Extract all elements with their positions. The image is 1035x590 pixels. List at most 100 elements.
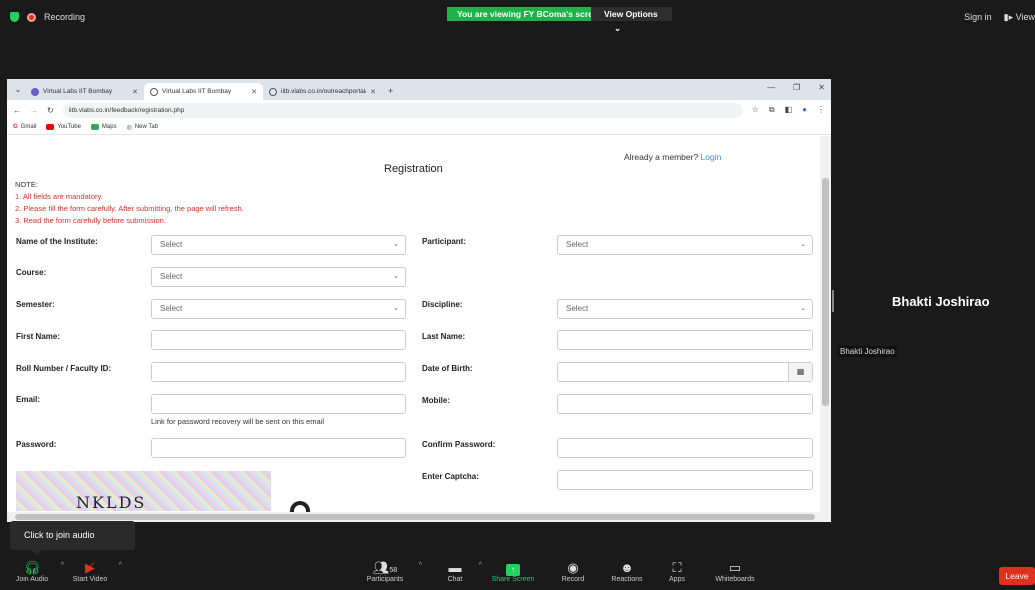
registration-page: Already a member? Login Registration NOT… (7, 136, 820, 512)
participant-select[interactable]: Select ⌄ (557, 235, 813, 255)
join-audio-label: Join Audio (15, 576, 49, 583)
browser-tabstrip: ⌄ Virtual Labs IIT Bombay ✕ Virtual Labs… (7, 79, 831, 100)
bookmark-label: New Tab (134, 124, 159, 130)
whiteboard-icon: ▭ (728, 560, 742, 575)
view-button[interactable]: ▮▸ View (1004, 12, 1035, 23)
caret-up-icon[interactable]: ^ (479, 562, 482, 569)
chat-label: Chat (447, 576, 463, 583)
forward-icon[interactable]: → (30, 106, 38, 115)
window-controls: — ❐ ✕ (767, 83, 825, 92)
first-name-input[interactable] (151, 330, 406, 350)
dob-input[interactable]: ▦ (557, 362, 813, 382)
last-name-input[interactable] (557, 330, 813, 350)
bookmark-newtab[interactable]: ◎ New Tab (127, 124, 159, 131)
tab-title: Virtual Labs IIT Bombay (43, 88, 113, 95)
chat-button[interactable]: ▬ Chat ^ (440, 560, 482, 583)
bookmark-label: Maps (101, 124, 117, 130)
select-value: Select (566, 240, 589, 249)
close-window-icon[interactable]: ✕ (818, 83, 825, 92)
leave-button[interactable]: Leave (999, 567, 1035, 585)
new-tab-button[interactable]: + (382, 83, 399, 100)
caret-up-icon[interactable]: ^ (119, 562, 122, 569)
address-actions: ☆ ⧉ ◧ ● ⋮ (752, 105, 825, 115)
restore-icon[interactable]: ❐ (793, 83, 800, 92)
close-icon[interactable]: ✕ (251, 88, 257, 96)
course-select[interactable]: Select ⌄ (151, 267, 406, 287)
vertical-scrollbar[interactable] (820, 136, 831, 512)
start-video-button[interactable]: ▶̸ Start Video ^ (70, 560, 122, 583)
confirm-password-input[interactable] (557, 438, 813, 458)
vlabs-favicon-icon (31, 87, 39, 96)
select-value: Select (160, 304, 183, 313)
tab-search-icon[interactable]: ⌄ (11, 79, 25, 100)
discipline-label: Discipline: (422, 300, 463, 309)
whiteboards-label: Whiteboards (715, 576, 755, 583)
tab-title: iitb.vlabs.co.in/outreachportal/ (281, 88, 367, 95)
participants-button[interactable]: 👥︎58 Participants ^ (360, 560, 422, 583)
star-icon[interactable]: ☆ (752, 105, 759, 115)
email-input[interactable] (151, 394, 406, 414)
record-button[interactable]: ◉ Record (558, 560, 588, 583)
browser-tab-active[interactable]: Virtual Labs IIT Bombay ✕ (144, 83, 263, 100)
apps-button[interactable]: ⛶ Apps (664, 560, 690, 583)
panel-resize-handle[interactable] (832, 290, 834, 312)
recording-indicator[interactable]: Recording (10, 12, 85, 22)
refresh-captcha-icon[interactable] (290, 501, 310, 512)
browser-tab[interactable]: Virtual Labs IIT Bombay ✕ (25, 83, 144, 100)
bookmarks-bar: G Gmail YouTube Maps ◎ New Tab (7, 120, 831, 135)
reload-icon[interactable]: ↻ (47, 106, 54, 115)
password-input[interactable] (151, 438, 406, 458)
close-icon[interactable]: ✕ (370, 88, 376, 96)
bookmark-gmail[interactable]: G Gmail (13, 124, 36, 130)
caret-up-icon[interactable]: ^ (419, 562, 422, 569)
reactions-button[interactable]: ☻ Reactions (608, 560, 646, 583)
menu-icon[interactable]: ⋮ (817, 105, 825, 115)
scrollbar-thumb[interactable] (15, 514, 815, 520)
note-line: 2. Please fill the form carefully. After… (15, 204, 244, 213)
mobile-input[interactable] (557, 394, 813, 414)
bookmark-maps[interactable]: Maps (90, 124, 117, 130)
chevron-down-icon: ⌄ (800, 305, 806, 312)
record-icon: ◉ (567, 560, 579, 575)
note-line: 3. Read the form carefully before submis… (15, 216, 166, 225)
headphones-icon: 🎧︎ (23, 560, 41, 575)
share-screen-button[interactable]: ↑ Share Screen (488, 560, 538, 583)
sign-in-button[interactable]: Sign in (964, 12, 992, 23)
sidepanel-icon[interactable]: ◧ (785, 105, 793, 115)
discipline-select[interactable]: Select ⌄ (557, 299, 813, 319)
start-video-label: Start Video (72, 576, 108, 583)
close-icon[interactable]: ✕ (132, 88, 138, 96)
record-dot-icon (27, 12, 36, 22)
captcha-image: NKLDS (16, 471, 271, 512)
view-options-label: View Options (604, 9, 658, 19)
scrollbar-thumb[interactable] (822, 178, 829, 406)
password-label: Password: (16, 440, 57, 449)
login-link[interactable]: Login (701, 152, 722, 162)
minimize-icon[interactable]: — (767, 83, 775, 92)
youtube-icon (46, 124, 55, 130)
semester-select[interactable]: Select ⌄ (151, 299, 406, 319)
caret-up-icon[interactable]: ^ (61, 562, 64, 569)
profile-icon[interactable]: ● (802, 105, 807, 115)
participant-label: Participant: (422, 237, 467, 246)
top-right-controls: Sign in ▮▸ View (964, 12, 1035, 23)
back-icon[interactable]: ← (13, 106, 21, 115)
whiteboards-button[interactable]: ▭ Whiteboards (710, 560, 760, 583)
extensions-icon[interactable]: ⧉ (769, 105, 775, 115)
view-options-button[interactable]: View Options ⌄ (591, 7, 672, 33)
member-text: Already a member? Login (624, 152, 721, 162)
email-label: Email: (16, 395, 41, 404)
bookmark-youtube[interactable]: YouTube (46, 124, 81, 130)
join-audio-button[interactable]: 🎧︎ Join Audio ^ (12, 560, 64, 583)
browser-tab[interactable]: iitb.vlabs.co.in/outreachportal/ ✕ (263, 83, 382, 100)
captcha-input[interactable] (557, 470, 813, 490)
url-field[interactable]: iitb.vlabs.co.in/feedback/registration.p… (62, 102, 743, 118)
participant-name-tag: Bhakti Joshirao (838, 346, 897, 357)
viewing-banner: You are viewing FY BComa's screen (447, 7, 613, 21)
roll-number-input[interactable] (151, 362, 406, 382)
institute-select[interactable]: Select ⌄ (151, 235, 406, 255)
calendar-icon[interactable]: ▦ (788, 363, 812, 381)
meeting-toolbar: 🎧︎ Join Audio ^ ▶̸ Start Video ^ 👥︎58 Pa… (0, 556, 1035, 590)
participants-count: 58 (389, 567, 398, 574)
reactions-icon: ☻ (620, 560, 634, 575)
